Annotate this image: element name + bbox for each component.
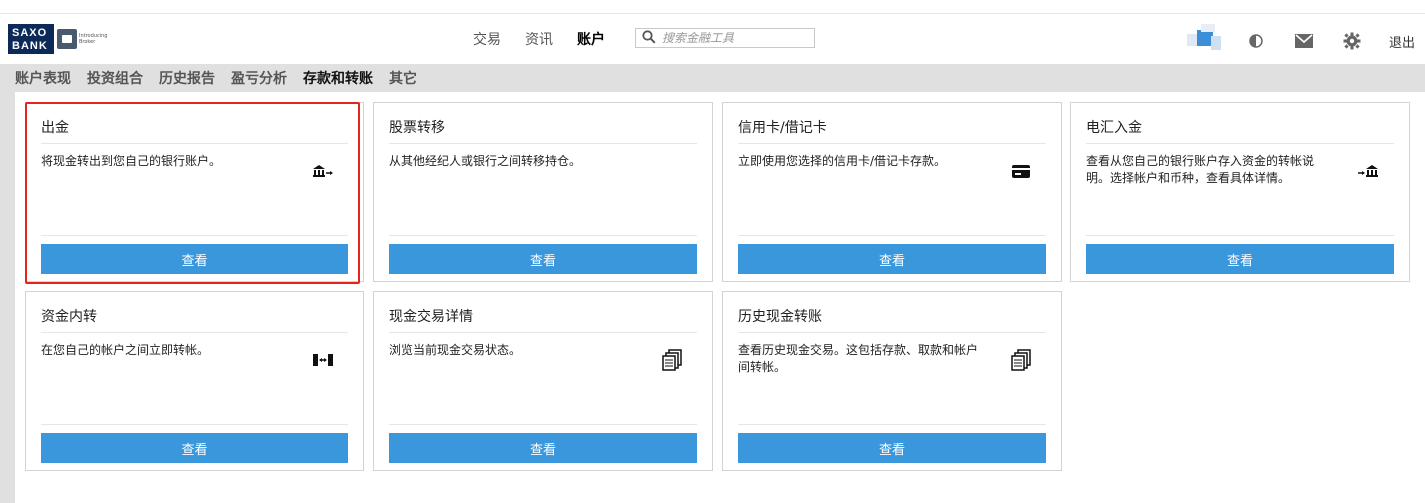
tab-other[interactable]: 其它: [389, 68, 417, 88]
nav-trade[interactable]: 交易: [473, 29, 501, 49]
card-divider: [389, 424, 697, 425]
view-button[interactable]: 查看: [41, 433, 348, 463]
card-description: 将现金转出到您自己的银行账户。: [41, 154, 222, 168]
nav-news[interactable]: 资讯: [525, 29, 553, 49]
card-cash-transfer-history: 历史现金转账 查看历史现金交易。这包括存款、取款和帐户间转帐。 查看: [722, 291, 1062, 471]
logo-subtitle: Introducing Broker: [79, 33, 108, 45]
search-input[interactable]: [662, 31, 812, 45]
tab-portfolio[interactable]: 投资组合: [87, 68, 143, 88]
card-stock-transfer: 股票转移 从其他经纪人或银行之间转移持仓。 查看: [373, 102, 713, 282]
card-title: 现金交易详情: [389, 309, 473, 325]
card-divider: [389, 332, 697, 333]
card-title: 资金内转: [41, 309, 97, 325]
card-description: 从其他经纪人或银行之间转移持仓。: [389, 154, 582, 168]
card-divider: [738, 143, 1046, 144]
contrast-icon[interactable]: [1245, 30, 1267, 52]
card-divider: [389, 235, 697, 236]
tab-history-reports[interactable]: 历史报告: [159, 68, 215, 88]
card-title: 历史现金转账: [738, 309, 822, 325]
card-description: 浏览当前现金交易状态。: [389, 343, 522, 357]
view-button[interactable]: 查看: [738, 244, 1046, 274]
card-title: 电汇入金: [1086, 120, 1142, 136]
card-title: 信用卡/借记卡: [738, 120, 827, 136]
view-button[interactable]: 查看: [389, 433, 697, 463]
card-description: 查看历史现金交易。这包括存款、取款和帐户间转帐。: [738, 343, 979, 374]
credit-card-icon: [1009, 159, 1033, 183]
saxo-bank-logo[interactable]: SAXO BANK Introducing Broker: [8, 24, 109, 54]
card-divider: [41, 143, 348, 144]
nav-account[interactable]: 账户: [577, 29, 605, 49]
card-title: 股票转移: [389, 120, 445, 136]
content-area: 出金 将现金转出到您自己的银行账户。 查看 股票转移 从其他经纪人或银行之间转移…: [0, 92, 1425, 503]
introducing-broker-badge: Introducing Broker: [57, 29, 109, 49]
documents-icon: [1009, 348, 1033, 372]
card-credit-debit: 信用卡/借记卡 立即使用您选择的信用卡/借记卡存款。 查看: [722, 102, 1062, 282]
search-box[interactable]: [635, 28, 815, 48]
tab-account-performance[interactable]: 账户表现: [15, 68, 71, 88]
bank-in-icon: [1357, 159, 1381, 183]
card-divider: [41, 235, 348, 236]
logo-line-2: BANK: [12, 40, 48, 52]
card-internal-transfer: 资金内转 在您自己的帐户之间立即转帐。 查看: [25, 291, 364, 471]
saxo-logo-box: SAXO BANK: [8, 24, 54, 54]
view-button[interactable]: 查看: [41, 244, 348, 274]
card-divider: [41, 332, 348, 333]
card-cash-transaction-details: 现金交易详情 浏览当前现金交易状态。 查看: [373, 291, 713, 471]
top-strip: [0, 0, 1425, 14]
gear-icon[interactable]: [1341, 30, 1363, 52]
card-description: 查看从您自己的银行账户存入资金的转帐说明。选择帐户和币种，查看具体详情。: [1086, 154, 1315, 185]
card-divider: [1086, 143, 1394, 144]
card-divider: [41, 424, 348, 425]
logo-line-1: SAXO: [12, 27, 48, 39]
logout-link[interactable]: 退出: [1389, 32, 1415, 51]
card-divider: [738, 424, 1046, 425]
main-nav: 交易 资讯 账户: [473, 29, 629, 49]
header-tools: 退出: [1186, 24, 1415, 58]
card-divider: [389, 143, 697, 144]
card-divider: [738, 332, 1046, 333]
view-button[interactable]: 查看: [1086, 244, 1394, 274]
card-withdrawal: 出金 将现金转出到您自己的银行账户。 查看: [25, 102, 364, 282]
card-description: 在您自己的帐户之间立即转帐。: [41, 343, 210, 357]
briefcase-icon: [57, 29, 77, 49]
card-divider: [1086, 235, 1394, 236]
app-header: SAXO BANK Introducing Broker 交易 资讯 账户 退: [0, 14, 1425, 64]
avatar[interactable]: [1186, 24, 1225, 58]
tab-pnl-analysis[interactable]: 盈亏分析: [231, 68, 287, 88]
card-description: 立即使用您选择的信用卡/借记卡存款。: [738, 154, 947, 168]
tab-deposits-transfers[interactable]: 存款和转账: [303, 68, 373, 88]
card-title: 出金: [41, 120, 69, 136]
search-icon: [642, 29, 656, 48]
mail-icon[interactable]: [1293, 30, 1315, 52]
internal-transfer-icon: [311, 348, 335, 372]
sub-nav: 账户表现 投资组合 历史报告 盈亏分析 存款和转账 其它: [0, 64, 1425, 92]
card-divider: [738, 235, 1046, 236]
card-wire-deposit: 电汇入金 查看从您自己的银行账户存入资金的转帐说明。选择帐户和币种，查看具体详情…: [1070, 102, 1410, 282]
cards-panel: 出金 将现金转出到您自己的银行账户。 查看 股票转移 从其他经纪人或银行之间转移…: [15, 92, 1425, 503]
view-button[interactable]: 查看: [389, 244, 697, 274]
documents-icon: [660, 348, 684, 372]
view-button[interactable]: 查看: [738, 433, 1046, 463]
bank-out-icon: [311, 159, 335, 183]
